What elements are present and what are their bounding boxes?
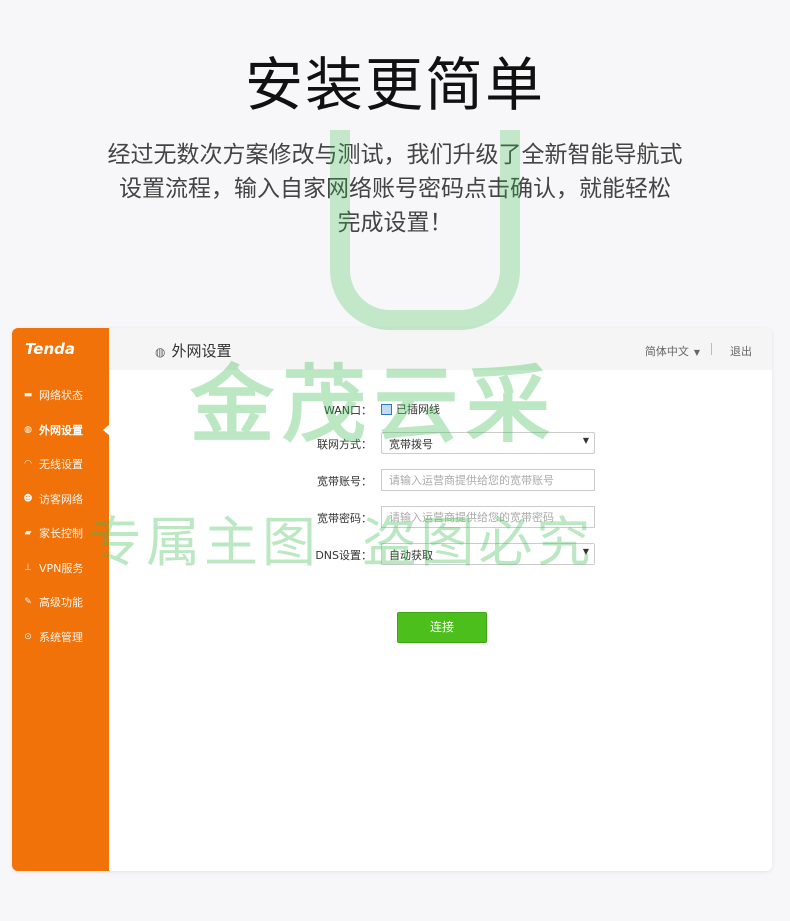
account-label: 宽带账号：: [317, 475, 372, 488]
dns-label: DNS设置：: [315, 549, 372, 562]
chevron-down-icon: ▼: [582, 436, 589, 445]
parental-icon: ▰: [24, 528, 32, 539]
sidebar: Tenda ▬ 网络状态 ◍ 外网设置 ◠ 无线设置 ☻ 访客网络 ▰ 家长控制: [12, 328, 110, 871]
password-label: 宽带密码：: [317, 512, 372, 525]
intro-line: 设置流程，输入自家网络账号密码点击确认，就能轻松: [119, 176, 671, 202]
wan-status: 已插网线: [381, 401, 440, 417]
intro-line: 完成设置！: [337, 210, 453, 236]
sidebar-item-advanced[interactable]: ✎ 高级功能: [12, 585, 109, 620]
sidebar-item-label: 家长控制: [39, 527, 83, 541]
dns-select[interactable]: 自动获取 ▼: [381, 543, 595, 565]
page-title: ◍ 外网设置: [155, 340, 232, 361]
wan-row: WAN口： 已插网线: [109, 398, 772, 422]
sidebar-item-label: 高级功能: [39, 596, 83, 610]
sidebar-item-wireless[interactable]: ◠ 无线设置: [12, 447, 109, 482]
wan-status-text: 已插网线: [396, 403, 440, 416]
sidebar-item-network-status[interactable]: ▬ 网络状态: [12, 378, 109, 413]
account-row: 宽带账号：: [109, 469, 772, 493]
settings-icon: ⊙: [24, 631, 32, 642]
headline: 安装更简单: [244, 51, 545, 119]
wan-label: WAN口：: [323, 404, 372, 417]
sidebar-item-system[interactable]: ⊙ 系统管理: [12, 620, 109, 655]
intro-text: 经过无数次方案修改与测试，我们升级了全新智能导航式 设置流程，输入自家网络账号密…: [70, 138, 720, 240]
topbar: ◍ 外网设置 简体中文 ▼ 退出: [109, 328, 772, 370]
sidebar-nav: ▬ 网络状态 ◍ 外网设置 ◠ 无线设置 ☻ 访客网络 ▰ 家长控制 ⊥ VPN…: [12, 378, 110, 655]
account-input[interactable]: [381, 469, 595, 491]
sidebar-item-vpn[interactable]: ⊥ VPN服务: [12, 551, 109, 586]
mode-row: 联网方式： 宽带拨号 ▼: [109, 432, 772, 456]
globe-icon: ◍: [155, 345, 166, 359]
sidebar-item-label: VPN服务: [39, 561, 84, 575]
language-label: 简体中文: [644, 345, 689, 358]
intro-line: 经过无数次方案修改与测试，我们升级了全新智能导航式: [107, 142, 683, 168]
sidebar-item-label: 外网设置: [39, 423, 83, 437]
sidebar-item-label: 网络状态: [39, 389, 83, 403]
ethernet-icon: [381, 403, 392, 415]
password-row: 宽带密码：: [109, 506, 772, 530]
tenda-logo: Tenda: [25, 340, 76, 358]
page-title-text: 外网设置: [171, 342, 232, 360]
guest-icon: ☻: [23, 493, 33, 504]
globe-icon: ◍: [24, 424, 32, 435]
connection-mode-select[interactable]: 宽带拨号 ▼: [381, 432, 595, 454]
sidebar-item-wan-settings[interactable]: ◍ 外网设置: [12, 413, 110, 448]
status-icon: ▬: [23, 390, 33, 401]
vpn-icon: ⊥: [24, 562, 32, 573]
sidebar-item-label: 系统管理: [39, 630, 83, 644]
language-select[interactable]: 简体中文 ▼: [645, 343, 700, 359]
connection-mode-value: 宽带拨号: [389, 438, 433, 451]
router-admin-screenshot: Tenda ▬ 网络状态 ◍ 外网设置 ◠ 无线设置 ☻ 访客网络 ▰ 家长控制: [12, 328, 772, 871]
chevron-down-icon: ▼: [693, 348, 700, 357]
sidebar-item-parental[interactable]: ▰ 家长控制: [12, 516, 109, 551]
dns-row: DNS设置： 自动获取 ▼: [109, 543, 772, 567]
tools-icon: ✎: [24, 597, 32, 608]
connect-button[interactable]: 连接: [397, 612, 487, 643]
wifi-icon: ◠: [24, 459, 32, 470]
dns-value: 自动获取: [389, 549, 433, 562]
sidebar-item-label: 访客网络: [39, 492, 83, 506]
divider: [711, 343, 712, 355]
mode-label: 联网方式：: [317, 438, 372, 451]
password-input[interactable]: [381, 506, 595, 528]
sidebar-item-guest[interactable]: ☻ 访客网络: [12, 482, 109, 517]
sidebar-item-label: 无线设置: [39, 458, 83, 472]
chevron-down-icon: ▼: [582, 547, 589, 556]
logout-link[interactable]: 退出: [730, 343, 752, 359]
